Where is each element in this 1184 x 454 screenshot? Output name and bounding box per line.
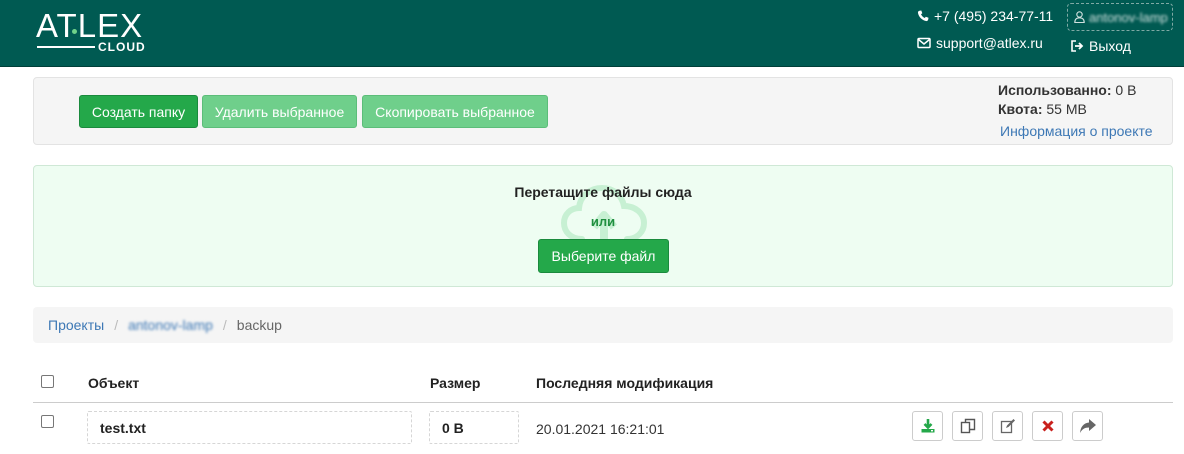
- email-contact[interactable]: support@atlex.ru: [917, 35, 1043, 51]
- file-toolbar: Создать папку Удалить выбранное Скопиров…: [33, 77, 1173, 145]
- edit-icon: [1000, 419, 1015, 434]
- user-menu[interactable]: antonov-lamp: [1067, 3, 1173, 31]
- breadcrumb-separator: /: [114, 317, 119, 333]
- share-icon: [1079, 419, 1096, 433]
- storage-usage: Использованно: 0 B Квота: 55 MB: [998, 81, 1136, 119]
- quota-line: Квота: 55 MB: [998, 100, 1136, 119]
- logout-label: Выход: [1089, 38, 1131, 54]
- copy-button[interactable]: [952, 411, 983, 441]
- create-folder-button[interactable]: Создать папку: [79, 95, 198, 128]
- logo-dot: [72, 29, 77, 34]
- column-size[interactable]: Размер: [430, 375, 480, 391]
- file-size: 0 B: [429, 411, 519, 444]
- logo-underline: [37, 46, 95, 48]
- edit-button[interactable]: [992, 411, 1023, 441]
- dropzone-title: Перетащите файлы сюда: [514, 184, 692, 200]
- delete-selected-button[interactable]: Удалить выбранное: [202, 95, 357, 128]
- top-header: ATLEX CLOUD +7 (495) 234-77-11 support@a…: [0, 0, 1184, 67]
- username: antonov-lamp: [1089, 9, 1168, 25]
- logo-text: ATLEX: [36, 7, 144, 44]
- sign-out-icon: [1071, 40, 1084, 52]
- share-button[interactable]: [1072, 411, 1103, 441]
- phone-number: +7 (495) 234-77-11: [934, 8, 1054, 24]
- file-name[interactable]: test.txt: [87, 411, 412, 444]
- breadcrumb-current: backup: [236, 317, 282, 333]
- used-label: Использованно:: [998, 82, 1112, 98]
- delete-button[interactable]: [1032, 411, 1063, 441]
- copy-icon: [960, 418, 975, 434]
- row-checkbox[interactable]: [41, 415, 54, 428]
- used-line: Использованно: 0 B: [998, 81, 1136, 100]
- file-dropzone[interactable]: Перетащите файлы сюда или Выберите файл: [33, 165, 1173, 287]
- logo-subtext: CLOUD: [98, 40, 146, 54]
- support-email: support@atlex.ru: [936, 35, 1043, 51]
- copy-selected-button[interactable]: Скопировать выбранное: [362, 95, 548, 128]
- quota-value: 55 MB: [1046, 101, 1087, 117]
- column-object[interactable]: Объект: [88, 375, 139, 391]
- project-info-link[interactable]: Информация о проекте: [1000, 123, 1153, 139]
- breadcrumb-project[interactable]: antonov-lamp: [128, 317, 213, 333]
- breadcrumb-projects[interactable]: Проекты: [48, 317, 104, 333]
- file-modified: 20.01.2021 16:21:01: [536, 421, 665, 437]
- dropzone-or: или: [590, 214, 616, 229]
- user-icon: [1074, 11, 1085, 23]
- quota-label: Квота:: [998, 101, 1043, 117]
- atlex-cloud-logo[interactable]: ATLEX CLOUD: [34, 8, 146, 56]
- used-value: 0 B: [1115, 82, 1137, 98]
- logout-link[interactable]: Выход: [1071, 38, 1131, 54]
- table-header-divider: [33, 402, 1173, 403]
- download-icon: [921, 419, 934, 433]
- phone-contact[interactable]: +7 (495) 234-77-11: [917, 8, 1053, 24]
- envelope-icon: [917, 37, 931, 49]
- download-button[interactable]: [912, 411, 943, 441]
- column-modified[interactable]: Последняя модификация: [536, 375, 713, 391]
- delete-icon: [1041, 420, 1054, 432]
- choose-file-button[interactable]: Выберите файл: [538, 239, 669, 273]
- breadcrumb: Проекты / antonov-lamp / backup: [33, 307, 1173, 343]
- phone-icon: [917, 10, 929, 22]
- breadcrumb-separator: /: [222, 317, 227, 333]
- select-all-checkbox[interactable]: [41, 375, 54, 388]
